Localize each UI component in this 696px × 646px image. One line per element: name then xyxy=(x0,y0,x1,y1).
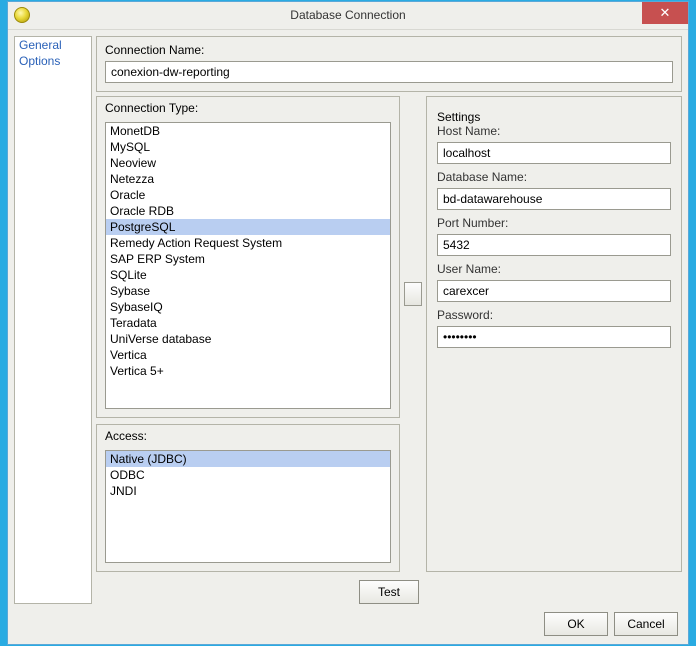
list-item[interactable]: UniVerse database xyxy=(106,331,390,347)
dialog-footer: OK Cancel xyxy=(544,612,678,636)
database-name-input[interactable] xyxy=(437,188,671,210)
list-item[interactable]: SAP ERP System xyxy=(106,251,390,267)
access-group: Access: Native (JDBC)ODBCJNDI xyxy=(96,424,400,572)
middle-row: Connection Type: MonetDBMySQLNeoviewNete… xyxy=(96,96,682,572)
list-item[interactable]: Teradata xyxy=(106,315,390,331)
dialog-window: Database Connection ✕ General Options Co… xyxy=(7,1,689,645)
user-name-label: User Name: xyxy=(437,262,671,276)
list-item[interactable]: SQLite xyxy=(106,267,390,283)
close-icon: ✕ xyxy=(660,5,671,21)
password-input[interactable] xyxy=(437,326,671,348)
password-label: Password: xyxy=(437,308,671,322)
window-title: Database Connection xyxy=(8,8,688,22)
test-button[interactable]: Test xyxy=(359,580,419,604)
connection-type-list[interactable]: MonetDBMySQLNeoviewNetezzaOracleOracle R… xyxy=(105,122,391,409)
list-item[interactable]: Neoview xyxy=(106,155,390,171)
host-name-input[interactable] xyxy=(437,142,671,164)
ok-button[interactable]: OK xyxy=(544,612,608,636)
list-item[interactable]: JNDI xyxy=(106,483,390,499)
connection-type-label: Connection Type: xyxy=(105,101,391,115)
port-number-input[interactable] xyxy=(437,234,671,256)
list-item[interactable]: ODBC xyxy=(106,467,390,483)
list-item[interactable]: Vertica 5+ xyxy=(106,363,390,379)
connection-name-label: Connection Name: xyxy=(105,43,673,57)
access-label: Access: xyxy=(105,429,391,443)
connection-type-group: Connection Type: MonetDBMySQLNeoviewNete… xyxy=(96,96,400,418)
titlebar[interactable]: Database Connection ✕ xyxy=(8,2,688,30)
left-column: Connection Type: MonetDBMySQLNeoviewNete… xyxy=(96,96,400,572)
list-item[interactable]: Oracle xyxy=(106,187,390,203)
list-item[interactable]: MonetDB xyxy=(106,123,390,139)
connection-name-input[interactable] xyxy=(105,61,673,83)
sidebar-item-general[interactable]: General xyxy=(15,37,91,53)
port-number-label: Port Number: xyxy=(437,216,671,230)
main-panel: Connection Name: Connection Type: MonetD… xyxy=(96,36,682,604)
list-item[interactable]: PostgreSQL xyxy=(106,219,390,235)
sidebar: General Options xyxy=(14,36,92,604)
list-item[interactable]: Native (JDBC) xyxy=(106,451,390,467)
connection-name-group: Connection Name: xyxy=(96,36,682,92)
list-item[interactable]: MySQL xyxy=(106,139,390,155)
test-button-row: Test xyxy=(96,580,682,604)
cancel-button[interactable]: Cancel xyxy=(614,612,678,636)
settings-legend: Settings xyxy=(437,110,671,124)
list-item[interactable]: SybaseIQ xyxy=(106,299,390,315)
settings-group: Settings Host Name: Database Name: Port … xyxy=(426,96,682,572)
content-area: General Options Connection Name: Connect… xyxy=(14,36,682,604)
sidebar-item-options[interactable]: Options xyxy=(15,53,91,69)
list-item[interactable]: Netezza xyxy=(106,171,390,187)
database-name-label: Database Name: xyxy=(437,170,671,184)
list-item[interactable]: Vertica xyxy=(106,347,390,363)
close-button[interactable]: ✕ xyxy=(642,2,688,24)
access-list[interactable]: Native (JDBC)ODBCJNDI xyxy=(105,450,391,563)
list-item[interactable]: Oracle RDB xyxy=(106,203,390,219)
user-name-input[interactable] xyxy=(437,280,671,302)
explore-button[interactable] xyxy=(404,282,422,306)
list-item[interactable]: Remedy Action Request System xyxy=(106,235,390,251)
mid-button-column xyxy=(406,96,420,572)
list-item[interactable]: Sybase xyxy=(106,283,390,299)
host-name-label: Host Name: xyxy=(437,124,671,138)
